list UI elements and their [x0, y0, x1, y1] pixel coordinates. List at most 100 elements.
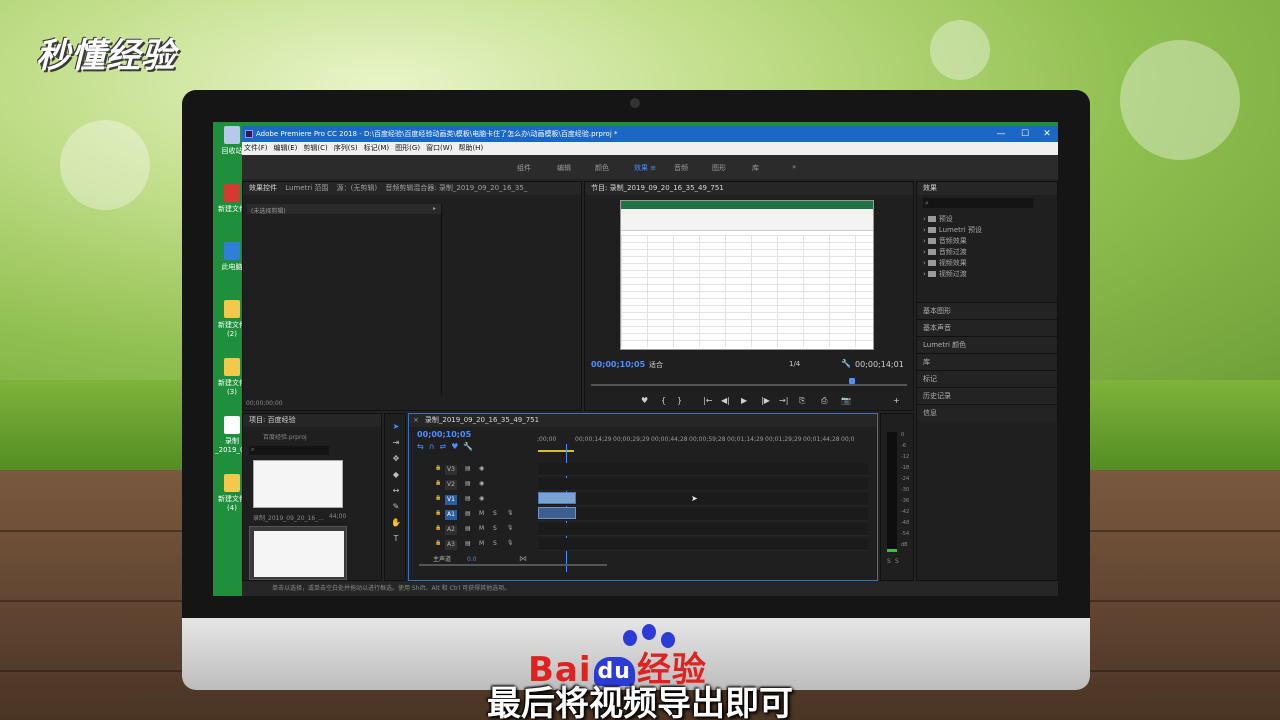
workspace-tab[interactable]: 音频: [674, 163, 688, 173]
program-playhead[interactable]: [848, 378, 855, 384]
mic-icon[interactable]: 🎙: [507, 525, 513, 531]
close-tab-icon[interactable]: ×: [413, 416, 419, 424]
effects-section[interactable]: 信息: [917, 404, 1057, 421]
mic-icon[interactable]: 🎙: [507, 510, 513, 516]
workspace-tab[interactable]: 颜色: [595, 163, 609, 173]
track-label[interactable]: V1: [445, 495, 457, 505]
tab-audio-clip-mixer[interactable]: 音频剪辑混合器: 录制_2019_09_20_16_35_: [385, 184, 527, 192]
track-lane[interactable]: [538, 463, 868, 476]
video-clip[interactable]: [538, 492, 576, 504]
transport-button[interactable]: }: [677, 396, 682, 405]
ripple-edit-tool-icon[interactable]: ✥: [391, 454, 401, 464]
workspace-tab[interactable]: 效果 ≡: [634, 163, 656, 173]
effects-folder[interactable]: › 视频过渡: [923, 269, 967, 279]
transport-button[interactable]: →|: [779, 396, 788, 405]
solo-button[interactable]: S: [493, 525, 497, 532]
close-button[interactable]: ✕: [1036, 126, 1058, 142]
lock-icon[interactable]: 🔒: [435, 525, 441, 531]
mute-button[interactable]: M: [479, 525, 484, 532]
transport-button[interactable]: {: [661, 396, 666, 405]
track-lane[interactable]: [538, 478, 868, 491]
menu-item[interactable]: 窗口(W): [426, 144, 452, 152]
workspace-tab[interactable]: 编辑: [557, 163, 571, 173]
timeline-timecode[interactable]: 00;00;10;05: [417, 430, 471, 439]
slip-tool-icon[interactable]: ↔: [391, 486, 401, 496]
eye-icon[interactable]: ◉: [479, 465, 484, 472]
transport-button[interactable]: ▶: [741, 396, 747, 405]
track-label[interactable]: V3: [445, 465, 457, 475]
transport-button[interactable]: ⎘: [799, 396, 805, 406]
tab-source[interactable]: 源：(无剪辑): [337, 184, 377, 192]
track-label[interactable]: A3: [445, 540, 457, 550]
sync-lock-icon[interactable]: ▤: [465, 525, 471, 532]
clip-thumbnail[interactable]: [253, 460, 343, 508]
menu-item[interactable]: 序列(S): [334, 144, 358, 152]
maximize-button[interactable]: ☐: [1014, 126, 1036, 142]
effects-section[interactable]: 标记: [917, 370, 1057, 387]
track-lane[interactable]: [538, 508, 868, 521]
transport-button[interactable]: ◀|: [721, 396, 730, 405]
sync-lock-icon[interactable]: ▤: [465, 465, 471, 472]
track-select-tool-icon[interactable]: ⇥: [391, 438, 401, 448]
effects-section[interactable]: 历史记录: [917, 387, 1057, 404]
track-label[interactable]: A1: [445, 510, 457, 520]
lock-icon[interactable]: 🔒: [435, 480, 441, 486]
resolution-select[interactable]: 1/4: [789, 360, 800, 368]
effects-folder[interactable]: › 预设: [923, 214, 953, 224]
type-tool-icon[interactable]: T: [391, 534, 401, 544]
timeline-ruler[interactable]: ;00;00 00;00;14;29 00;00;29;29 00;00;44;28 0…: [537, 414, 867, 454]
effects-section[interactable]: 基本声音: [917, 319, 1057, 336]
sync-lock-icon[interactable]: ▤: [465, 510, 471, 517]
audio-clip[interactable]: [538, 507, 576, 519]
lock-icon[interactable]: 🔒: [435, 510, 441, 516]
effects-section[interactable]: 库: [917, 353, 1057, 370]
track-lane[interactable]: [538, 523, 868, 536]
tab-effect-controls[interactable]: 效果控件: [249, 184, 277, 192]
effects-section[interactable]: Lumetri 颜色: [917, 336, 1057, 353]
transport-button[interactable]: +: [893, 396, 900, 405]
lock-icon[interactable]: 🔒: [435, 540, 441, 546]
effects-section[interactable]: 基本图形: [917, 302, 1057, 319]
track-label[interactable]: V2: [445, 480, 457, 490]
menu-item[interactable]: 编辑(E): [274, 144, 298, 152]
effects-folder[interactable]: › 音频过渡: [923, 247, 967, 257]
mic-icon[interactable]: 🎙: [507, 540, 513, 546]
pen-tool-icon[interactable]: ✎: [391, 502, 401, 512]
menu-item[interactable]: 帮助(H): [458, 144, 483, 152]
workspace-tab[interactable]: 图形: [712, 163, 726, 173]
transport-button[interactable]: ⎙: [821, 396, 827, 406]
sync-lock-icon[interactable]: ▤: [465, 480, 471, 487]
solo-right-button[interactable]: S: [895, 558, 899, 565]
mute-button[interactable]: M: [479, 540, 484, 547]
transport-button[interactable]: |▶: [761, 396, 770, 405]
solo-button[interactable]: S: [493, 540, 497, 547]
expand-arrow-icon[interactable]: ▸: [433, 205, 436, 212]
lock-icon[interactable]: 🔒: [435, 495, 441, 501]
menu-item[interactable]: 文件(F): [244, 144, 268, 152]
workspace-tab[interactable]: 组件: [517, 163, 531, 173]
menu-item[interactable]: 图形(G): [395, 144, 420, 152]
tab-lumetri-scopes[interactable]: Lumetri 范围: [285, 184, 328, 192]
selection-tool-icon[interactable]: ➤: [391, 422, 401, 432]
menu-item[interactable]: 标记(M): [364, 144, 390, 152]
solo-left-button[interactable]: S: [887, 558, 891, 565]
lock-icon[interactable]: 🔒: [435, 465, 441, 471]
sync-lock-icon[interactable]: ▤: [465, 495, 471, 502]
track-label[interactable]: A2: [445, 525, 457, 535]
timeline-tool-icons[interactable]: ⇆∩⇌♥🔧: [417, 442, 507, 452]
hand-tool-icon[interactable]: ✋: [391, 518, 401, 528]
transport-button[interactable]: 📷: [841, 396, 851, 405]
eye-icon[interactable]: ◉: [479, 495, 484, 502]
transport-button[interactable]: |←: [703, 396, 712, 405]
effects-folder[interactable]: › 视频效果: [923, 258, 967, 268]
sequence-thumbnail[interactable]: [249, 526, 347, 580]
effects-search-input[interactable]: ⌕: [923, 198, 1033, 208]
track-lane[interactable]: [538, 538, 868, 551]
effects-folder[interactable]: › Lumetri 预设: [923, 225, 982, 235]
effects-folder[interactable]: › 音频效果: [923, 236, 967, 246]
mute-button[interactable]: M: [479, 510, 484, 517]
track-lane[interactable]: [538, 493, 868, 506]
zoom-handle-icon[interactable]: ⋈: [519, 554, 527, 563]
minimize-button[interactable]: —: [990, 126, 1012, 142]
sync-lock-icon[interactable]: ▤: [465, 540, 471, 547]
